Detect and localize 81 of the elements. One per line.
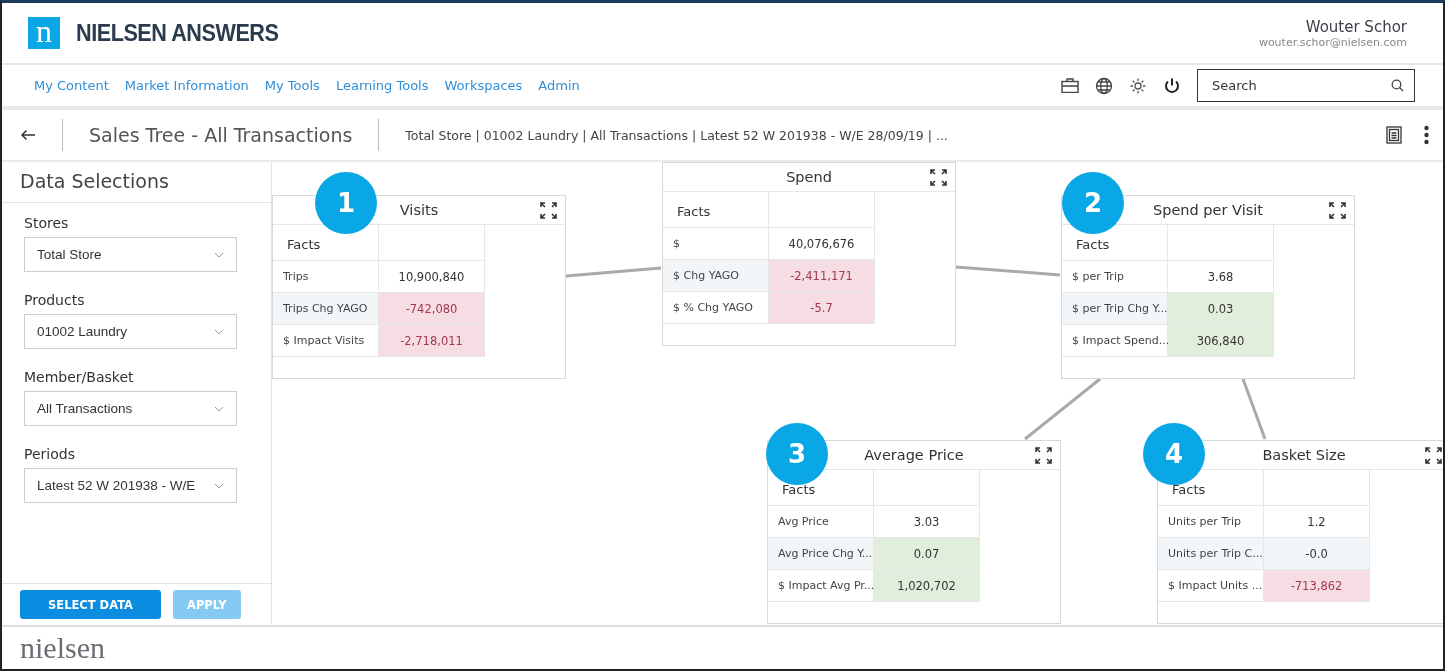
field-label: Stores bbox=[24, 215, 70, 231]
page-title: Sales Tree - All Transactions bbox=[89, 124, 353, 146]
nav-link[interactable]: My Tools bbox=[264, 78, 320, 93]
table-cell: Units per Trip C... bbox=[1158, 538, 1264, 570]
table-cell: $ Impact Visits bbox=[273, 325, 379, 357]
sidebar-title: Data Selections bbox=[2, 162, 271, 203]
table-cell: $ per Trip bbox=[1062, 261, 1168, 293]
document-icon[interactable] bbox=[1386, 126, 1402, 144]
logo: n bbox=[28, 17, 60, 49]
table-cell: 3.03 bbox=[874, 506, 980, 538]
search-field[interactable]: Search bbox=[1197, 69, 1415, 102]
briefcase-icon[interactable] bbox=[1061, 78, 1079, 93]
breadcrumb: Total Store | 01002 Laundry | All Transactions | Latest 52 W 201938 - W/E 28/09/19 | ... bbox=[405, 127, 948, 143]
expand-icon[interactable] bbox=[1035, 447, 1052, 464]
field-label: Products bbox=[24, 292, 86, 308]
table-cell: Units per Trip bbox=[1158, 506, 1264, 538]
field-label: Periods bbox=[24, 446, 76, 462]
chevron-icon bbox=[214, 328, 224, 335]
nav-link[interactable]: Learning Tools bbox=[335, 78, 429, 93]
nav-link[interactable]: Market Information bbox=[124, 78, 249, 93]
footer-logo: nielsen bbox=[20, 633, 106, 663]
nav-link[interactable]: Admin bbox=[538, 78, 580, 93]
nav-link[interactable]: My Content bbox=[34, 78, 109, 93]
dropdown[interactable]: Total Store bbox=[24, 237, 237, 272]
table-cell: 10,900,840 bbox=[379, 261, 485, 293]
settings-icon[interactable] bbox=[1129, 76, 1147, 95]
brand-name: NIELSEN ANSWERS bbox=[76, 19, 279, 47]
table-cell: 40,076,676 bbox=[769, 228, 875, 260]
back-arrow-icon[interactable] bbox=[20, 129, 36, 141]
connector-line bbox=[1241, 378, 1267, 440]
user-name: Wouter Schor bbox=[1305, 17, 1407, 36]
chevron-icon bbox=[214, 251, 224, 258]
step-badge: 3 bbox=[766, 423, 828, 485]
chevron-icon bbox=[214, 482, 224, 489]
table-cell: -5.7 bbox=[769, 292, 875, 324]
more-options-icon[interactable] bbox=[1424, 125, 1429, 145]
table-cell: $ Impact Units ... bbox=[1158, 570, 1264, 602]
expand-icon[interactable] bbox=[1329, 202, 1346, 219]
table-cell: Avg Price Chg Y... bbox=[768, 538, 874, 570]
table-cell: $ bbox=[663, 228, 769, 260]
node-title: Average Price bbox=[864, 447, 964, 463]
dropdown[interactable]: Latest 52 W 201938 - W/E bbox=[24, 468, 237, 503]
table-cell: 0.03 bbox=[1168, 293, 1274, 325]
table-cell: $ Chg YAGO bbox=[663, 260, 769, 292]
field-label: Member/Basket bbox=[24, 369, 135, 385]
table-cell: $ % Chg YAGO bbox=[663, 292, 769, 324]
table-cell: $ per Trip Chg Y... bbox=[1062, 293, 1168, 325]
table-cell: -742,080 bbox=[379, 293, 485, 325]
table-cell: $ Impact Avg Pr... bbox=[768, 570, 874, 602]
dropdown[interactable]: All Transactions bbox=[24, 391, 237, 426]
dropdown[interactable]: 01002 Laundry bbox=[24, 314, 237, 349]
table-cell: Avg Price bbox=[768, 506, 874, 538]
step-badge: 4 bbox=[1143, 423, 1205, 485]
table-cell: 1,020,702 bbox=[874, 570, 980, 602]
table-cell: Trips Chg YAGO bbox=[273, 293, 379, 325]
select-data-button[interactable]: SELECT DATA bbox=[20, 590, 161, 619]
node-title: Basket Size bbox=[1262, 447, 1346, 463]
power-icon[interactable] bbox=[1163, 76, 1181, 95]
chevron-icon bbox=[214, 405, 224, 412]
search-icon[interactable] bbox=[1391, 79, 1404, 92]
user-email: wouter.schor@nielsen.com bbox=[1258, 35, 1407, 49]
table-cell: 306,840 bbox=[1168, 325, 1274, 357]
node-title: Spend per Visit bbox=[1153, 202, 1263, 218]
node-title: Visits bbox=[399, 202, 439, 218]
table-cell: 3.68 bbox=[1168, 261, 1274, 293]
table-cell: 1.2 bbox=[1264, 506, 1370, 538]
table-cell: -713,862 bbox=[1264, 570, 1370, 602]
table-cell: -2,718,011 bbox=[379, 325, 485, 357]
step-badge: 2 bbox=[1062, 172, 1124, 234]
table-cell: $ Impact Spend... bbox=[1062, 325, 1168, 357]
expand-icon[interactable] bbox=[1425, 447, 1442, 464]
nav-link[interactable]: Workspaces bbox=[444, 78, 523, 93]
node-title: Spend bbox=[786, 169, 832, 185]
step-badge: 1 bbox=[315, 172, 377, 234]
table-cell: 0.07 bbox=[874, 538, 980, 570]
table-cell: -2,411,171 bbox=[769, 260, 875, 292]
expand-icon[interactable] bbox=[540, 202, 557, 219]
globe-icon[interactable] bbox=[1095, 76, 1113, 95]
table-cell: Trips bbox=[273, 261, 379, 293]
expand-icon[interactable] bbox=[930, 169, 947, 186]
table-cell: -0.0 bbox=[1264, 538, 1370, 570]
